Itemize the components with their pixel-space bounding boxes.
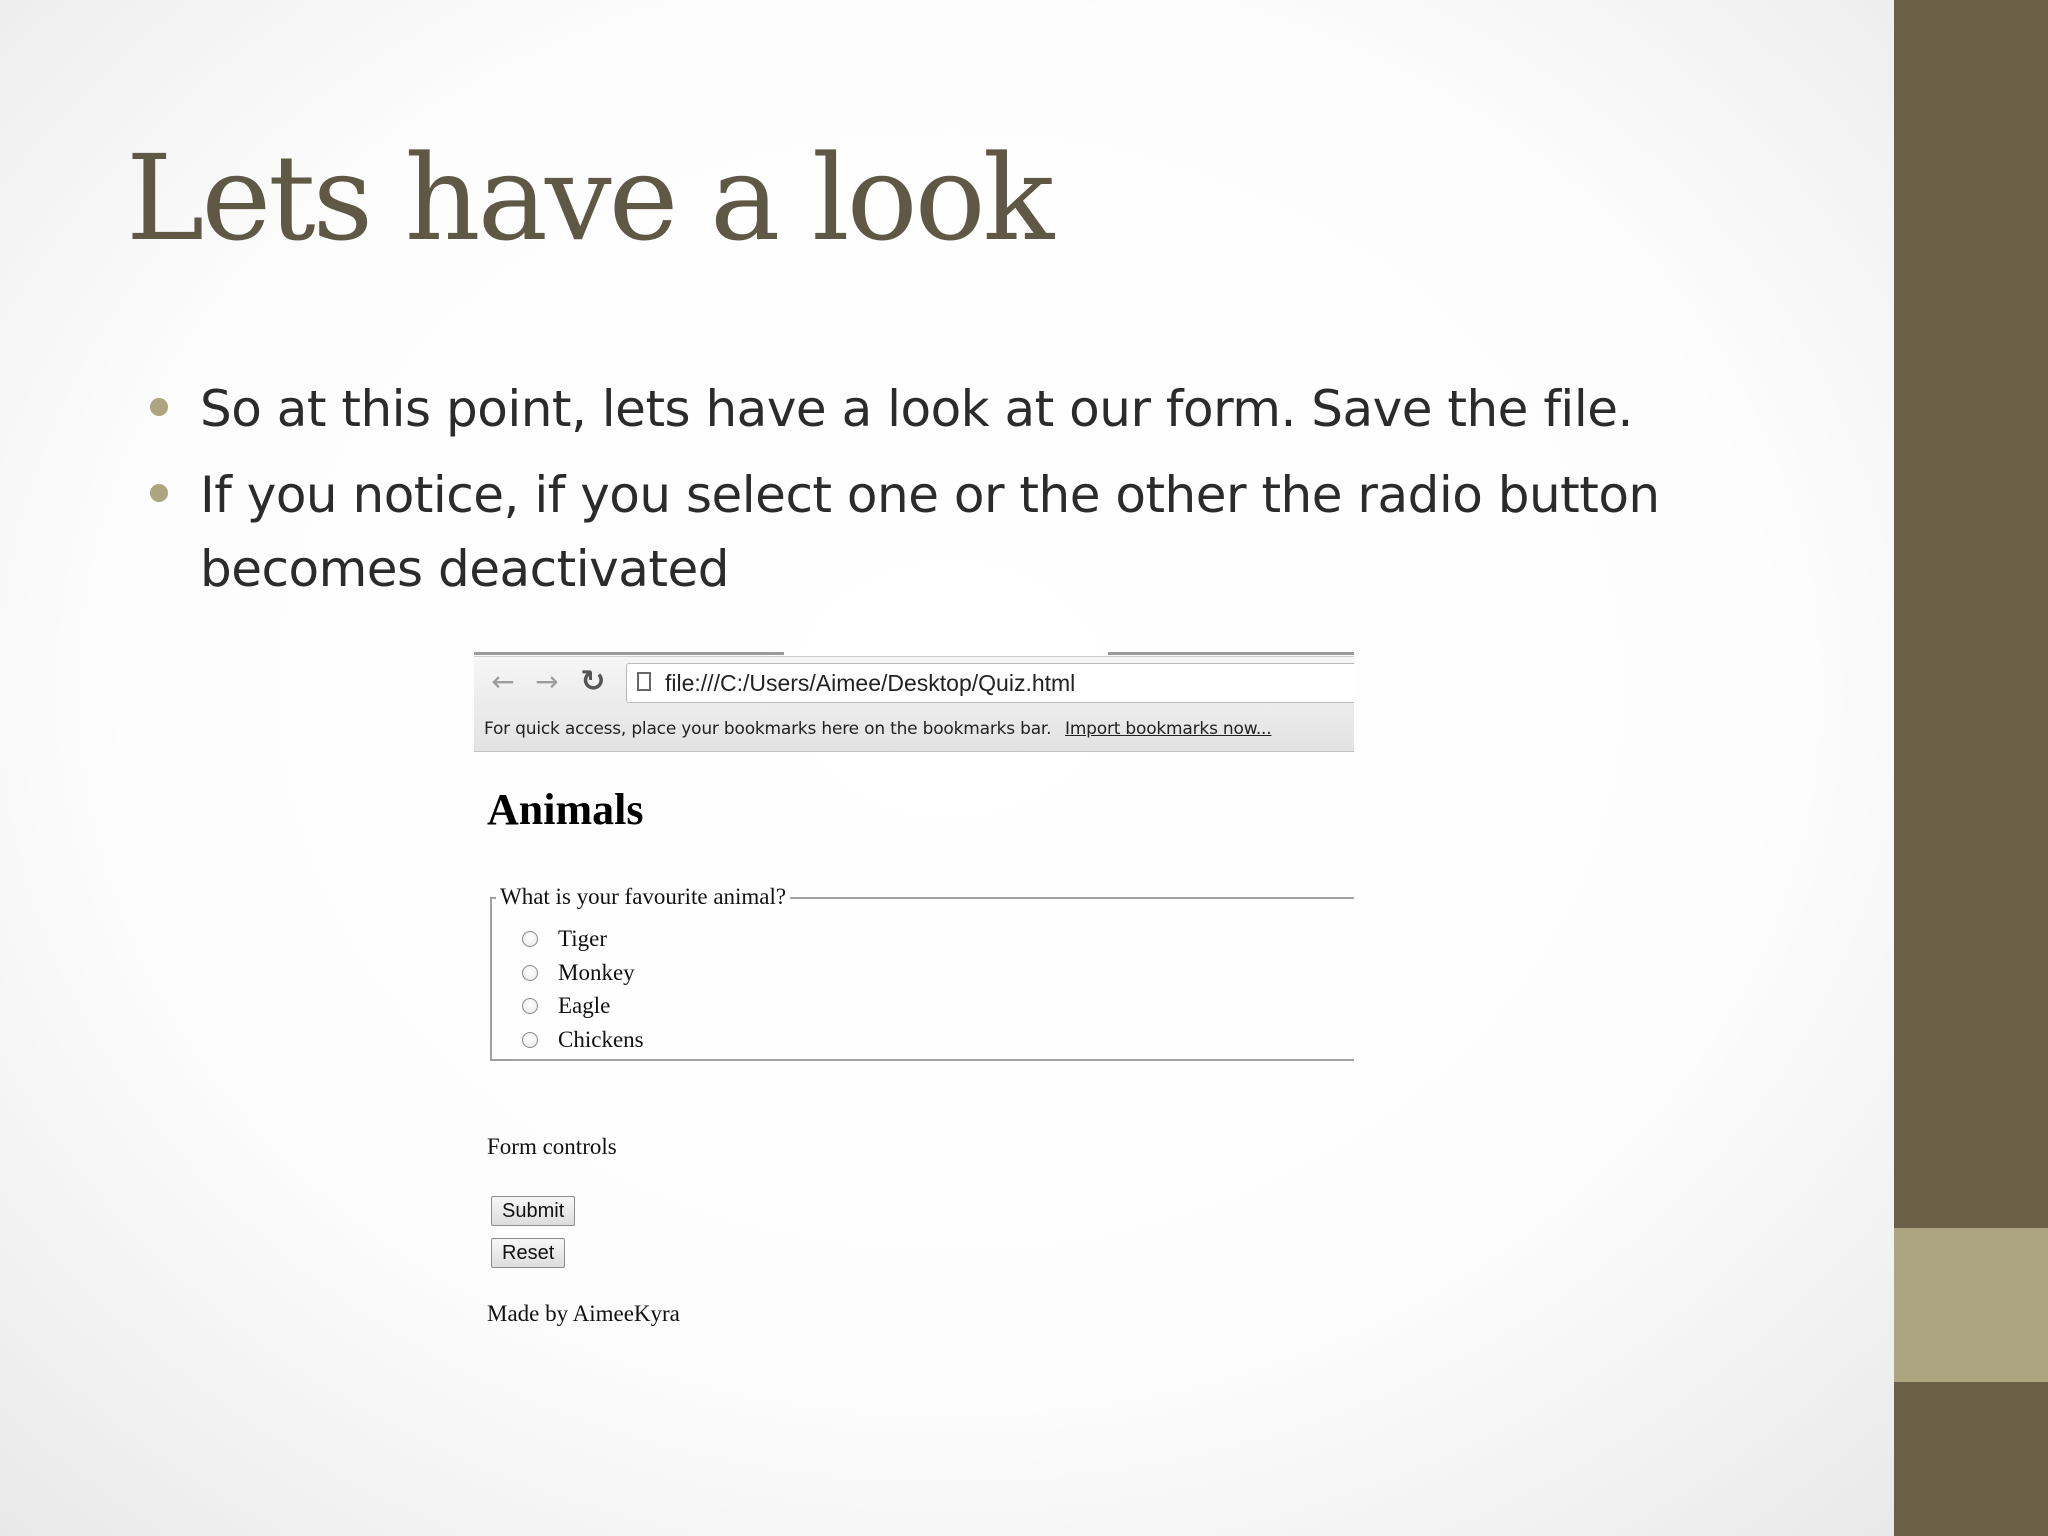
radio-button[interactable] [522, 965, 538, 981]
bullet-dot-icon [150, 484, 168, 502]
fieldset-legend: What is your favourite animal? [496, 882, 791, 912]
side-decoration-accent [1894, 1228, 2048, 1382]
submit-button[interactable]: Submit [491, 1196, 576, 1226]
url-text: file:///C:/Users/Aimee/Desktop/Quiz.html [665, 670, 1076, 696]
radio-label: Tiger [558, 926, 607, 951]
form-controls-label: Form controls [487, 1134, 617, 1159]
arrow-right-icon[interactable]: → [528, 665, 566, 699]
bullet-text: If you notice, if you select one or the … [200, 466, 1660, 598]
bullet-item: So at this point, lets have a look at ou… [148, 372, 1748, 446]
radio-label: Eagle [558, 993, 611, 1018]
bullet-item: If you notice, if you select one or the … [148, 458, 1748, 606]
bookmarks-message: For quick access, place your bookmarks h… [484, 719, 1052, 739]
page-heading: Animals [487, 785, 644, 834]
slide-title: Lets have a look [126, 129, 1054, 267]
import-bookmarks-link[interactable]: Import bookmarks now... [1065, 707, 1272, 751]
tab-edge [474, 652, 784, 655]
bullet-list: So at this point, lets have a look at ou… [148, 372, 1748, 618]
reload-icon[interactable]: ↻ [574, 665, 612, 699]
bullet-text: So at this point, lets have a look at ou… [200, 380, 1633, 438]
reset-button[interactable]: Reset [491, 1238, 566, 1268]
radio-label: Chickens [558, 1027, 644, 1052]
browser-screenshot: ← → ↻ file:///C:/Users/Aimee/Desktop/Qui… [474, 652, 1354, 1352]
footer-credit: Made by AimeeKyra [487, 1301, 680, 1326]
radio-button[interactable] [522, 998, 538, 1014]
radio-label: Monkey [558, 960, 635, 985]
tab-edge [1108, 652, 1354, 655]
page-icon [637, 672, 651, 691]
bookmarks-bar: For quick access, place your bookmarks h… [474, 707, 1354, 752]
browser-toolbar: ← → ↻ file:///C:/Users/Aimee/Desktop/Qui… [474, 656, 1354, 707]
address-bar[interactable]: file:///C:/Users/Aimee/Desktop/Quiz.html [626, 663, 1354, 703]
bullet-dot-icon [150, 398, 168, 416]
arrow-left-icon[interactable]: ← [484, 665, 522, 699]
radio-button[interactable] [522, 931, 538, 947]
radio-button[interactable] [522, 1032, 538, 1048]
